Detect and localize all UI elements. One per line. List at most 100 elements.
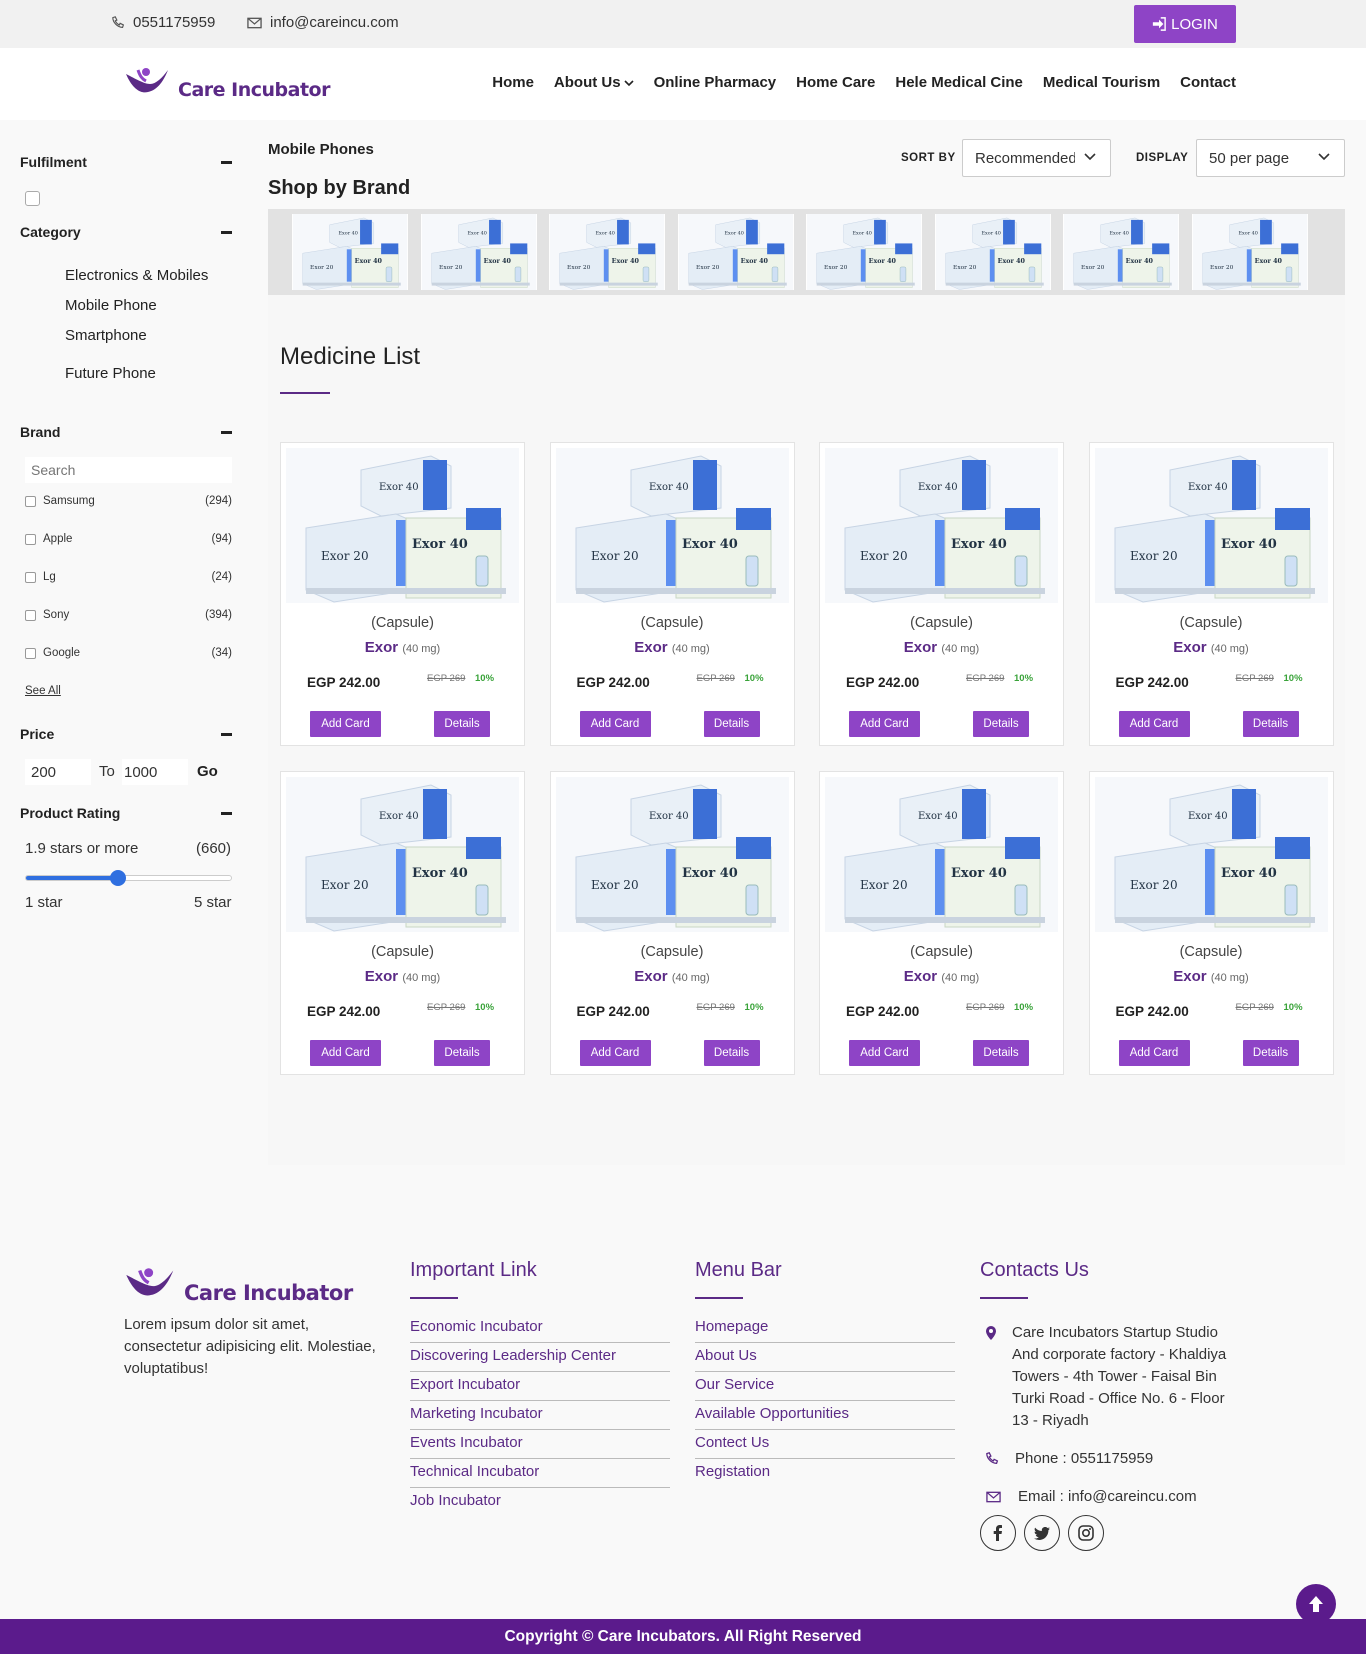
product-card[interactable]: Exor 40 Exor 20 Exor 40 (Capsule) Exor (40 m… (280, 442, 525, 746)
login-button[interactable]: LOGIN (1134, 5, 1236, 43)
rating-slider-handle[interactable] (110, 870, 127, 886)
details-button[interactable]: Details (973, 711, 1029, 737)
footer-link[interactable]: Events Incubator (410, 1434, 670, 1459)
price-max-input[interactable]: 1000 (122, 759, 188, 785)
product-name-row[interactable]: Exor (40 mg) (281, 968, 524, 985)
category-item[interactable]: Electronics & Mobiles (65, 267, 208, 284)
collapse-icon[interactable] (221, 231, 232, 234)
footer-email[interactable]: Email : info@careincu.com (1018, 1488, 1197, 1505)
brand-option[interactable]: Samsumg (294) (25, 495, 232, 507)
brand-option[interactable]: Lg (24) (25, 571, 232, 583)
rating-slider[interactable] (25, 870, 232, 886)
price-header[interactable]: Price (20, 726, 232, 742)
facebook-icon[interactable] (980, 1515, 1016, 1551)
product-image[interactable]: Exor 40 Exor 20 Exor 40 (286, 777, 519, 932)
brand-thumbnail[interactable]: Exor 40 Exor 20 Exor 40 (549, 214, 665, 290)
nav-contact[interactable]: Contact (1180, 74, 1236, 91)
product-image[interactable]: Exor 40 Exor 20 Exor 40 (286, 448, 519, 603)
price-go-button[interactable]: Go (197, 763, 218, 780)
brand-search-input[interactable] (25, 457, 232, 483)
product-card[interactable]: Exor 40 Exor 20 Exor 40 (Capsule) Exor (40 m… (819, 771, 1064, 1075)
product-card[interactable]: Exor 40 Exor 20 Exor 40 (Capsule) Exor (40 m… (280, 771, 525, 1075)
footer-link[interactable]: About Us (695, 1347, 955, 1372)
details-button[interactable]: Details (434, 1040, 490, 1066)
brand-thumbnail[interactable]: Exor 40 Exor 20 Exor 40 (420, 214, 537, 290)
footer-link[interactable]: Homepage (695, 1318, 955, 1343)
nav-about-us[interactable]: About Us (554, 74, 634, 91)
product-image[interactable]: Exor 40 Exor 20 Exor 40 (825, 777, 1058, 932)
product-name-row[interactable]: Exor (40 mg) (820, 639, 1063, 656)
details-button[interactable]: Details (973, 1040, 1029, 1066)
category-item[interactable]: Smartphone (65, 327, 147, 344)
brand-thumbnail[interactable]: Exor 40 Exor 20 Exor 40 (1063, 214, 1179, 290)
product-name-row[interactable]: Exor (40 mg) (820, 968, 1063, 985)
footer-link[interactable]: Export Incubator (410, 1376, 670, 1401)
details-button[interactable]: Details (1242, 711, 1299, 737)
product-name-row[interactable]: Exor (40 mg) (1090, 968, 1333, 985)
product-card[interactable]: Exor 40 Exor 20 Exor 40 (Capsule) Exor (40 m… (1088, 771, 1334, 1075)
product-image[interactable]: Exor 40 Exor 20 Exor 40 (555, 777, 789, 932)
add-to-cart-button[interactable]: Add Card (579, 1040, 651, 1066)
product-image[interactable]: Exor 40 Exor 20 Exor 40 (1094, 777, 1328, 932)
brand-checkbox[interactable] (25, 571, 36, 583)
collapse-icon[interactable] (221, 431, 232, 434)
add-to-cart-button[interactable]: Add Card (1118, 1040, 1190, 1066)
category-item[interactable]: Mobile Phone (65, 297, 157, 314)
add-to-cart-button[interactable]: Add Card (849, 711, 920, 737)
top-phone[interactable]: 0551175959 (112, 14, 215, 31)
brand-checkbox[interactable] (25, 647, 36, 659)
instagram-icon[interactable] (1068, 1515, 1104, 1551)
footer-link[interactable]: Economic Incubator (410, 1318, 670, 1343)
add-to-cart-button[interactable]: Add Card (310, 1040, 381, 1066)
nav-online-pharmacy[interactable]: Online Pharmacy (654, 74, 777, 91)
footer-link[interactable]: Our Service (695, 1376, 955, 1401)
brand-option[interactable]: Apple (94) (25, 533, 232, 545)
nav-medical-tourism[interactable]: Medical Tourism (1043, 74, 1160, 91)
twitter-icon[interactable] (1024, 1515, 1060, 1551)
details-button[interactable]: Details (434, 711, 490, 737)
brand-thumbnail[interactable]: Exor 40 Exor 20 Exor 40 (292, 214, 408, 290)
brand-thumbnail[interactable]: Exor 40 Exor 20 Exor 40 (934, 214, 1051, 290)
product-name-row[interactable]: Exor (40 mg) (281, 639, 524, 656)
price-min-input[interactable]: 200 (25, 759, 91, 785)
details-button[interactable]: Details (1242, 1040, 1299, 1066)
product-name-row[interactable]: Exor (40 mg) (1090, 639, 1333, 656)
footer-link[interactable]: Registation (695, 1463, 955, 1487)
details-button[interactable]: Details (703, 711, 760, 737)
add-to-cart-button[interactable]: Add Card (1118, 711, 1190, 737)
product-card[interactable]: Exor 40 Exor 20 Exor 40 (Capsule) Exor (40 m… (549, 771, 795, 1075)
collapse-icon[interactable] (221, 161, 232, 164)
category-header[interactable]: Category (20, 224, 232, 240)
top-email[interactable]: info@careincu.com (247, 14, 399, 31)
product-card[interactable]: Exor 40 Exor 20 Exor 40 (Capsule) Exor (40 m… (1088, 442, 1334, 746)
fulfilment-header[interactable]: Fulfilment (20, 154, 232, 170)
collapse-icon[interactable] (221, 812, 232, 815)
product-card[interactable]: Exor 40 Exor 20 Exor 40 (Capsule) Exor (40 m… (549, 442, 795, 746)
sort-select[interactable]: Recommended (962, 139, 1111, 177)
brand-option[interactable]: Sony (394) (25, 609, 232, 621)
collapse-icon[interactable] (221, 733, 232, 736)
nav-home[interactable]: Home (492, 74, 534, 91)
add-to-cart-button[interactable]: Add Card (849, 1040, 920, 1066)
rating-header[interactable]: Product Rating (20, 805, 232, 821)
brand-thumbnail[interactable]: Exor 40 Exor 20 Exor 40 (806, 214, 922, 290)
category-item[interactable]: Future Phone (65, 365, 156, 382)
brand-checkbox[interactable] (25, 495, 36, 507)
product-name-row[interactable]: Exor (40 mg) (551, 968, 794, 985)
brand-checkbox[interactable] (25, 533, 36, 545)
display-select[interactable]: 50 per page (1196, 139, 1345, 177)
footer-link[interactable]: Technical Incubator (410, 1463, 670, 1488)
brand-checkbox[interactable] (25, 609, 36, 621)
brand-thumbnail[interactable]: Exor 40 Exor 20 Exor 40 (677, 214, 794, 290)
nav-hele-medical-cine[interactable]: Hele Medical Cine (895, 74, 1023, 91)
brand-thumbnail[interactable]: Exor 40 Exor 20 Exor 40 (1191, 214, 1308, 290)
footer-link[interactable]: Contect Us (695, 1434, 955, 1459)
brand-header[interactable]: Brand (20, 424, 232, 440)
footer-link[interactable]: Available Opportunities (695, 1405, 955, 1430)
footer-link[interactable]: Marketing Incubator (410, 1405, 670, 1430)
footer-link[interactable]: Job Incubator (410, 1492, 670, 1516)
product-image[interactable]: Exor 40 Exor 20 Exor 40 (1094, 448, 1328, 603)
product-card[interactable]: Exor 40 Exor 20 Exor 40 (Capsule) Exor (40 m… (819, 442, 1064, 746)
footer-link[interactable]: Discovering Leadership Center (410, 1347, 670, 1372)
product-name-row[interactable]: Exor (40 mg) (551, 639, 794, 656)
